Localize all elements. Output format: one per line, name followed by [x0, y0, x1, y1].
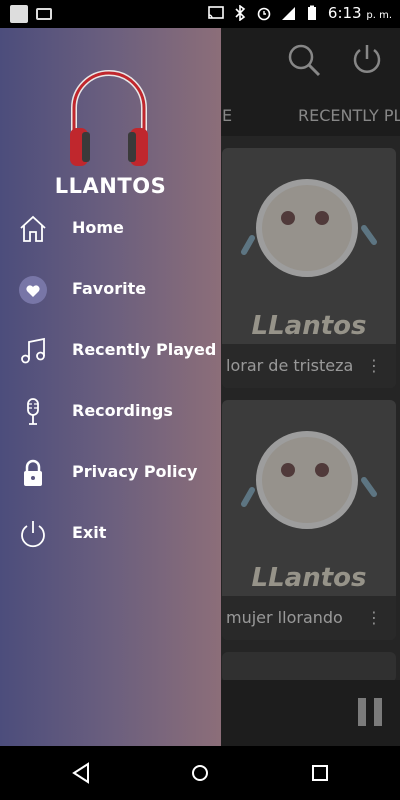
menu-label: Favorite	[72, 279, 147, 298]
battery-icon	[307, 5, 316, 20]
menu-label: Recordings	[72, 401, 173, 420]
status-bar: 6:13 p. m.	[0, 0, 400, 28]
menu-item-recently-played[interactable]: Recently Played	[0, 323, 221, 379]
app-icon	[10, 5, 28, 23]
menu-item-privacy-policy[interactable]: Privacy Policy	[0, 445, 221, 501]
menu-label: Privacy Policy	[72, 462, 198, 481]
home-nav-icon[interactable]	[187, 760, 213, 786]
home-icon	[20, 215, 46, 242]
lock-icon	[24, 459, 42, 486]
signal-icon	[281, 7, 295, 20]
navigation-drawer: LLANTOS Home Favorite Recently Played Re…	[0, 28, 221, 746]
menu-label: Exit	[72, 523, 107, 542]
cast-icon	[36, 8, 52, 20]
app-title: LLANTOS	[54, 174, 167, 198]
headphones-logo	[70, 70, 148, 166]
menu-label: Recently Played	[72, 340, 217, 359]
alarm-icon	[257, 7, 271, 21]
menu-label: Home	[72, 218, 124, 237]
microphone-icon	[27, 398, 39, 425]
cast-screen-icon	[208, 6, 224, 19]
music-note-icon	[21, 337, 45, 364]
bluetooth-icon	[235, 5, 246, 21]
clock: 6:13 p. m.	[327, 4, 392, 22]
back-icon[interactable]	[68, 760, 94, 786]
menu-item-favorite[interactable]: Favorite	[0, 262, 221, 318]
menu-item-recordings[interactable]: Recordings	[0, 384, 221, 440]
menu-item-home[interactable]: Home	[0, 201, 221, 257]
recents-icon[interactable]	[307, 760, 333, 786]
system-nav-bar	[0, 746, 400, 800]
power-icon	[21, 521, 45, 548]
menu-item-exit[interactable]: Exit	[0, 506, 221, 562]
heart-icon	[19, 276, 47, 304]
